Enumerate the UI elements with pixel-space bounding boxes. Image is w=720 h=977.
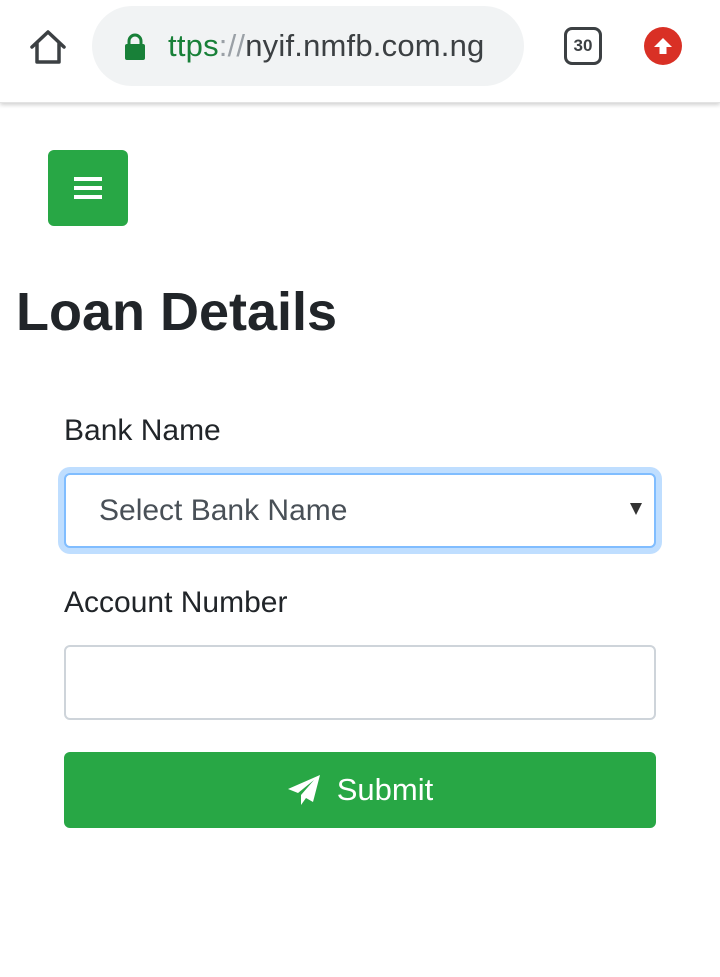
address-bar[interactable]: ttps://nyif.nmfb.com.ng <box>92 6 524 86</box>
lock-icon <box>125 33 145 60</box>
url-text: ttps://nyif.nmfb.com.ng <box>168 26 484 66</box>
url-host: nyif.nmfb.com.ng <box>245 28 485 63</box>
update-arrow-icon <box>654 38 672 54</box>
browser-toolbar: ttps://nyif.nmfb.com.ng 30 <box>0 0 720 103</box>
url-scheme: ttps <box>168 28 219 63</box>
home-button[interactable] <box>26 25 70 69</box>
tab-switcher-button[interactable]: 30 <box>564 27 602 65</box>
account-number-label: Account Number <box>64 586 288 619</box>
update-button[interactable] <box>644 27 682 65</box>
home-icon <box>30 30 66 64</box>
url-separator: :// <box>218 28 246 63</box>
bank-name-select[interactable]: Select Bank Name <box>64 473 656 548</box>
tab-count: 30 <box>573 36 593 55</box>
page-title: Loan Details <box>16 282 338 342</box>
submit-button[interactable]: Submit <box>64 752 656 828</box>
hamburger-menu-icon <box>74 177 102 199</box>
submit-label: Submit <box>336 772 434 807</box>
bank-name-select-value: Select Bank Name <box>99 494 348 527</box>
paper-plane-icon <box>287 774 321 806</box>
dropdown-arrow-icon <box>630 503 642 515</box>
account-number-input[interactable] <box>64 645 656 720</box>
menu-toggle-button[interactable] <box>48 150 128 226</box>
bank-name-label: Bank Name <box>64 414 221 447</box>
